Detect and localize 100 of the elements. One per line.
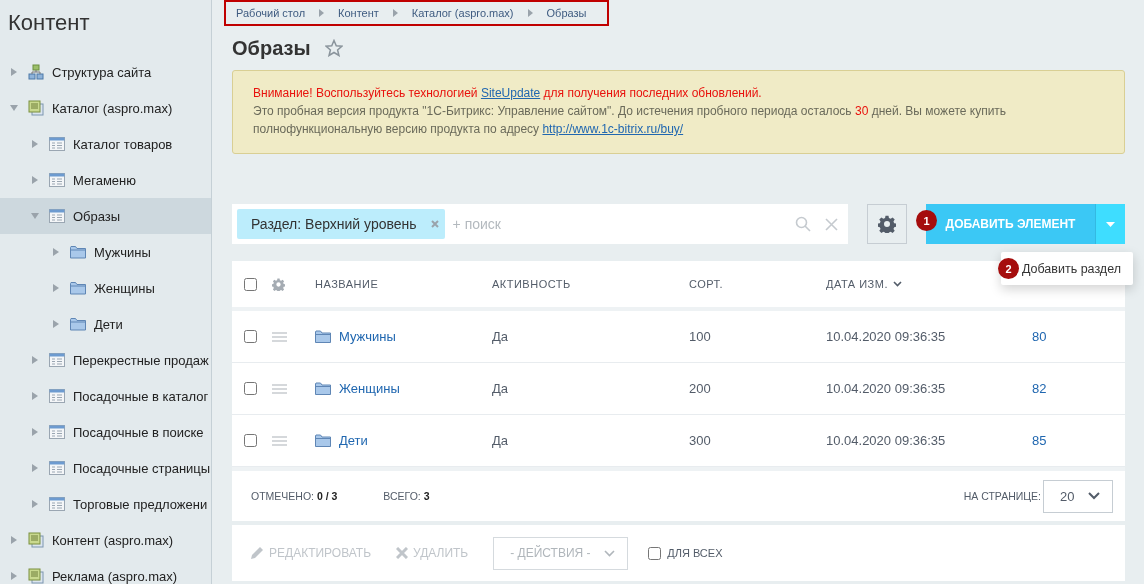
tree-item[interactable]: Посадочные страницы: [0, 450, 211, 486]
tree-item-label: Посадочные в поиске: [73, 424, 204, 440]
section-link[interactable]: Дети: [339, 433, 368, 448]
tree-item-label: Дети: [94, 316, 123, 332]
caret-icon: [1106, 221, 1115, 227]
column-header[interactable]: АКТИВНОСТЬ: [492, 278, 689, 290]
expand-arrow-icon[interactable]: [31, 356, 39, 364]
breadcrumb-separator-icon: [527, 9, 533, 17]
tree-item[interactable]: Дети: [0, 306, 211, 342]
tree-item[interactable]: Реклама (aspro.max): [0, 558, 211, 584]
page-size-select[interactable]: 20: [1043, 479, 1113, 513]
id-link[interactable]: 80: [1032, 329, 1047, 344]
column-header[interactable]: ДАТА ИЗМ.: [826, 278, 1032, 290]
search-icon[interactable]: [795, 216, 811, 232]
sitemap-icon: [28, 64, 44, 80]
tree-item-label: Посадочные страницы: [73, 460, 211, 476]
tree-item[interactable]: Торговые предложени: [0, 486, 211, 522]
summary-text: ОТМЕЧЕНО: 0 / 3: [251, 490, 338, 502]
tree-item-label: Женщины: [94, 280, 155, 296]
dropdown-button[interactable]: [1095, 204, 1125, 244]
tree-item-label: Каталог товаров: [73, 136, 173, 152]
tree-item[interactable]: Каталог товаров: [0, 126, 211, 162]
settings-icon: [878, 215, 896, 233]
tree-item[interactable]: Каталог (aspro.max): [0, 90, 211, 126]
section-link[interactable]: Женщины: [339, 381, 400, 396]
settings-icon[interactable]: [272, 277, 285, 291]
for-all-label: ДЛЯ ВСЕХ: [667, 547, 723, 559]
table-cell-text: 10.04.2020 09:36:35: [826, 381, 947, 396]
breadcrumb-link[interactable]: Рабочий стол: [236, 7, 306, 19]
filter-search-field[interactable]: Раздел: Верхний уровень + поиск: [232, 204, 848, 244]
expand-arrow-icon[interactable]: [10, 68, 18, 76]
tree-item-label: Мужчины: [94, 244, 151, 260]
list-window-icon: [49, 389, 65, 403]
alert-link[interactable]: SiteUpdate: [480, 86, 541, 100]
breadcrumb-separator-icon: [319, 9, 325, 17]
expand-arrow-icon[interactable]: [52, 320, 60, 328]
table-cell-text: Да: [492, 329, 510, 344]
tree-item-label: Структура сайта: [52, 64, 152, 80]
menu-item[interactable]: Добавить раздел: [1021, 261, 1121, 276]
chevron-down-icon: [892, 281, 902, 287]
id-link[interactable]: 82: [1032, 381, 1047, 396]
column-header[interactable]: НАЗВАНИЕ: [315, 278, 492, 290]
collapse-arrow-icon[interactable]: [10, 104, 18, 112]
folder-icon: [315, 382, 331, 395]
expand-arrow-icon[interactable]: [10, 536, 18, 544]
select-all-checkbox[interactable]: [244, 277, 257, 291]
list-window-icon: [49, 461, 65, 475]
tree-item[interactable]: Мужчины: [0, 234, 211, 270]
tree-item[interactable]: Женщины: [0, 270, 211, 306]
settings-button[interactable]: [867, 204, 907, 244]
expand-arrow-icon[interactable]: [31, 500, 39, 508]
table-cell-text: 300: [689, 433, 712, 448]
expand-arrow-icon[interactable]: [31, 464, 39, 472]
close-icon[interactable]: [825, 217, 838, 231]
breadcrumb-link[interactable]: Контент: [338, 7, 379, 19]
folder-icon: [70, 281, 86, 295]
list-window-icon: [49, 173, 65, 187]
drag-handle-icon[interactable]: [272, 435, 287, 446]
list-window-icon: [49, 137, 65, 151]
folder-icon: [70, 317, 86, 331]
tree-item[interactable]: Контент (aspro.max): [0, 522, 211, 558]
star-icon[interactable]: [324, 39, 343, 57]
section-link[interactable]: Мужчины: [339, 329, 396, 344]
drag-handle-icon[interactable]: [272, 383, 287, 394]
breadcrumb-link[interactable]: Каталог (aspro.max): [411, 7, 514, 19]
row-checkbox[interactable]: [244, 382, 257, 395]
expand-arrow-icon[interactable]: [31, 176, 39, 184]
alert-link[interactable]: http://www.1c-bitrix.ru/buy/: [542, 122, 684, 136]
tree-item[interactable]: Структура сайта: [0, 54, 211, 90]
book-stack-icon: [28, 532, 44, 548]
remove-icon[interactable]: [430, 220, 439, 228]
filter-tag[interactable]: Раздел: Верхний уровень: [237, 209, 445, 239]
tree-item[interactable]: Образы: [0, 198, 211, 234]
tree-item[interactable]: Мегаменю: [0, 162, 211, 198]
expand-arrow-icon[interactable]: [52, 284, 60, 292]
expand-arrow-icon[interactable]: [31, 140, 39, 148]
row-checkbox[interactable]: [244, 434, 257, 447]
expand-arrow-icon[interactable]: [31, 392, 39, 400]
tree-item-label: Торговые предложени: [73, 496, 208, 512]
expand-arrow-icon[interactable]: [10, 572, 18, 580]
row-checkbox[interactable]: [244, 330, 257, 343]
for-all-checkbox[interactable]: [648, 546, 662, 560]
tree-item[interactable]: Посадочные в каталог: [0, 378, 211, 414]
folder-icon: [315, 330, 331, 343]
tree-item-label: Каталог (aspro.max): [52, 100, 173, 116]
tree-item[interactable]: Перекрестные продаж: [0, 342, 211, 378]
tree-item-label: Реклама (aspro.max): [52, 568, 178, 584]
id-link[interactable]: 85: [1032, 433, 1047, 448]
drag-handle-icon[interactable]: [272, 331, 287, 342]
breadcrumb-link[interactable]: Образы: [546, 7, 587, 19]
tree-item[interactable]: Посадочные в поиске: [0, 414, 211, 450]
table-cell-text: Да: [492, 433, 510, 448]
collapse-arrow-icon[interactable]: [31, 212, 39, 220]
tree-item-label: Контент (aspro.max): [52, 532, 174, 548]
expand-arrow-icon[interactable]: [31, 428, 39, 436]
table-cell-text: 10.04.2020 09:36:35: [826, 433, 947, 448]
expand-arrow-icon[interactable]: [52, 248, 60, 256]
tree-item-label: Посадочные в каталог: [73, 388, 209, 404]
table-cell-text: 10.04.2020 09:36:35: [826, 329, 947, 344]
column-header[interactable]: СОРТ.: [689, 278, 826, 290]
